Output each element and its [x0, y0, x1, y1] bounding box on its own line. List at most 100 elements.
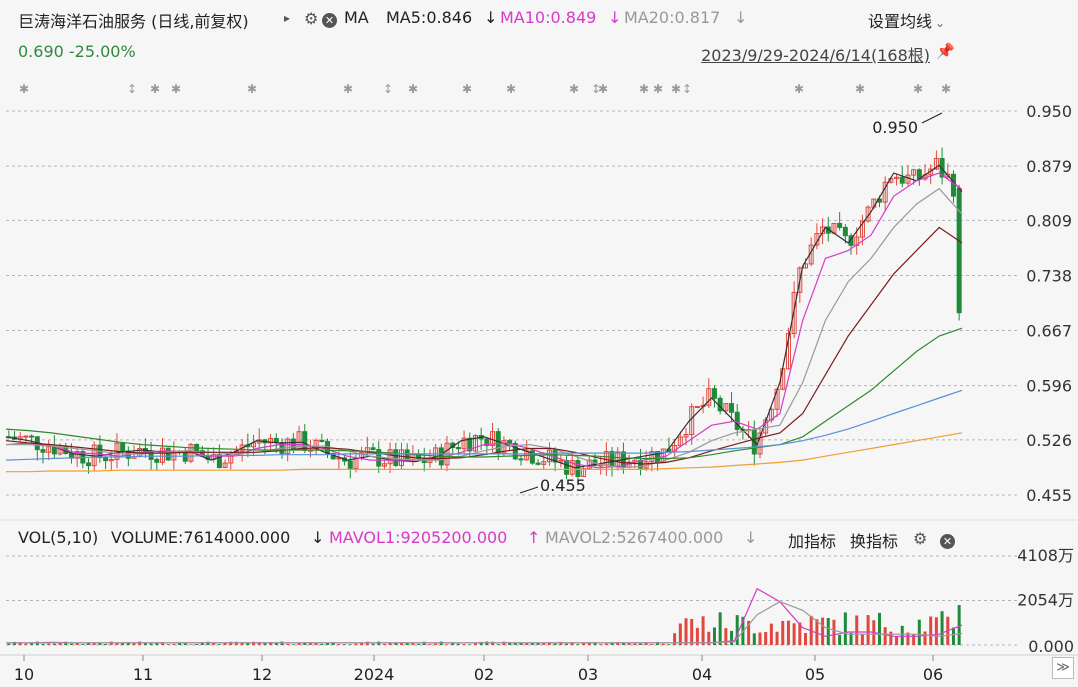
ma-line-ma10: [5, 172, 963, 469]
vol-close-icon[interactable]: ✕: [940, 530, 955, 549]
volume-bar: [536, 643, 540, 645]
date-tick-label: 10: [14, 665, 34, 684]
price-tick-label: 0.667: [1026, 322, 1072, 341]
event-marker-icon: ✱: [462, 82, 472, 96]
volume-bar: [462, 644, 466, 645]
candle-body: [518, 458, 524, 461]
candle-body: [23, 435, 29, 438]
scroll-right-button[interactable]: ≫: [1052, 657, 1074, 679]
event-marker-icon: ✱: [506, 82, 516, 96]
volume-bar: [399, 643, 403, 645]
volume-bar: [565, 643, 569, 645]
candle-body: [734, 411, 740, 430]
add-indicator-button[interactable]: 加指标: [788, 528, 836, 552]
volume-bar: [405, 643, 409, 645]
candle-body: [103, 457, 109, 462]
volume-bar: [866, 615, 870, 645]
candle-body: [837, 222, 843, 228]
volume-tick-label: 2054万: [1017, 591, 1074, 610]
date-tick-label: 12: [252, 665, 272, 684]
volume-bar: [769, 623, 773, 645]
volume-bar: [456, 643, 460, 645]
volume-bar: [69, 643, 73, 645]
volume-bar: [52, 643, 56, 645]
candle-body: [302, 431, 308, 451]
candle-body: [165, 447, 171, 461]
candle-body: [393, 449, 399, 466]
volume-bar: [246, 643, 250, 645]
price-tick-label: 0.809: [1026, 211, 1072, 230]
volume-bar: [730, 630, 734, 645]
volume-bar: [314, 643, 318, 645]
switch-indicator-button[interactable]: 换指标: [850, 528, 898, 552]
volume-bar: [661, 643, 665, 645]
volume-bar: [166, 644, 170, 645]
volume-bar: [895, 636, 899, 645]
volume-bar: [821, 617, 825, 645]
volume-bar: [183, 643, 187, 645]
volume-bar: [826, 617, 830, 645]
candle-body: [319, 439, 325, 442]
volume-bar: [291, 644, 295, 645]
volume-bar: [957, 605, 961, 645]
volume-bar: [7, 643, 11, 645]
volume-bar: [496, 644, 500, 645]
volume-bar: [599, 644, 603, 645]
candle-body: [273, 437, 279, 444]
candle-body: [86, 462, 92, 467]
volume-bar: [940, 611, 944, 645]
volume-bar: [41, 643, 45, 645]
volume-bar: [929, 616, 933, 645]
mavol1-line: [6, 587, 963, 644]
low-annotation-arrow: [519, 486, 539, 494]
volume-bar: [775, 631, 779, 645]
volume-bar: [576, 644, 580, 645]
volume-bar: [525, 643, 529, 645]
volume-bar: [445, 644, 449, 645]
volume-bar: [343, 644, 347, 645]
date-tick-label: 04: [692, 665, 712, 684]
volume-header: VOL(5,10) VOLUME:7614000.000 ↓ MAVOL1:92…: [0, 528, 1078, 552]
candle-body: [694, 406, 700, 409]
candle-body: [899, 176, 905, 184]
event-marker-icon: ↕: [682, 82, 692, 96]
volume-bar: [838, 634, 842, 645]
event-marker-icon: ✱: [855, 82, 865, 96]
volume-bar: [24, 643, 28, 645]
volume-bar: [195, 644, 199, 645]
volume-bar: [678, 623, 682, 645]
volume-bar: [337, 644, 341, 645]
volume-bar: [320, 643, 324, 645]
volume-bar: [530, 643, 534, 645]
event-marker-icon: ✱: [913, 82, 923, 96]
volume-bar: [149, 643, 153, 645]
volume-tick-label: 0.000: [1028, 637, 1074, 656]
ma-line-ma60: [5, 327, 963, 460]
volume-bar: [308, 643, 312, 645]
candlestick-chart[interactable]: ✱ ↕ ✱ ✱ ✱ ✱ ↕ ✱ ✱ ✱ ✱ ↕✱ ✱ ✱ ✱ ↕ ✱ ✱ ✱ ✱ 0.9500.455 0.9500.…: [0, 0, 1078, 687]
event-marker-icon: ✱: [941, 82, 951, 96]
candle-body: [564, 459, 570, 475]
volume-bar: [690, 619, 694, 645]
volume-bar: [832, 619, 836, 645]
price-tick-label: 0.455: [1026, 486, 1072, 505]
event-marker-icon: ✱: [19, 82, 29, 96]
price-tick-label: 0.879: [1026, 157, 1072, 176]
event-marker-icon: ✱: [343, 82, 353, 96]
volume-bar: [701, 616, 705, 645]
event-marker-icon: ✱: [794, 82, 804, 96]
date-tick-label: 05: [805, 665, 825, 684]
volume-bar: [297, 643, 301, 645]
volume-bar: [104, 643, 108, 645]
volume-bar: [382, 643, 386, 645]
volume-arrow: ↓: [311, 528, 325, 547]
candle-body: [535, 462, 541, 465]
vol-gear-icon[interactable]: ⚙: [913, 529, 927, 548]
event-marker-icon: ↕: [127, 82, 137, 96]
event-marker-icon: ✱: [247, 82, 257, 96]
volume-bar: [667, 644, 671, 645]
volume-bar: [843, 612, 847, 645]
volume-bar: [434, 643, 438, 645]
volume-bar: [900, 625, 904, 645]
vol-label: VOL(5,10): [18, 528, 99, 547]
